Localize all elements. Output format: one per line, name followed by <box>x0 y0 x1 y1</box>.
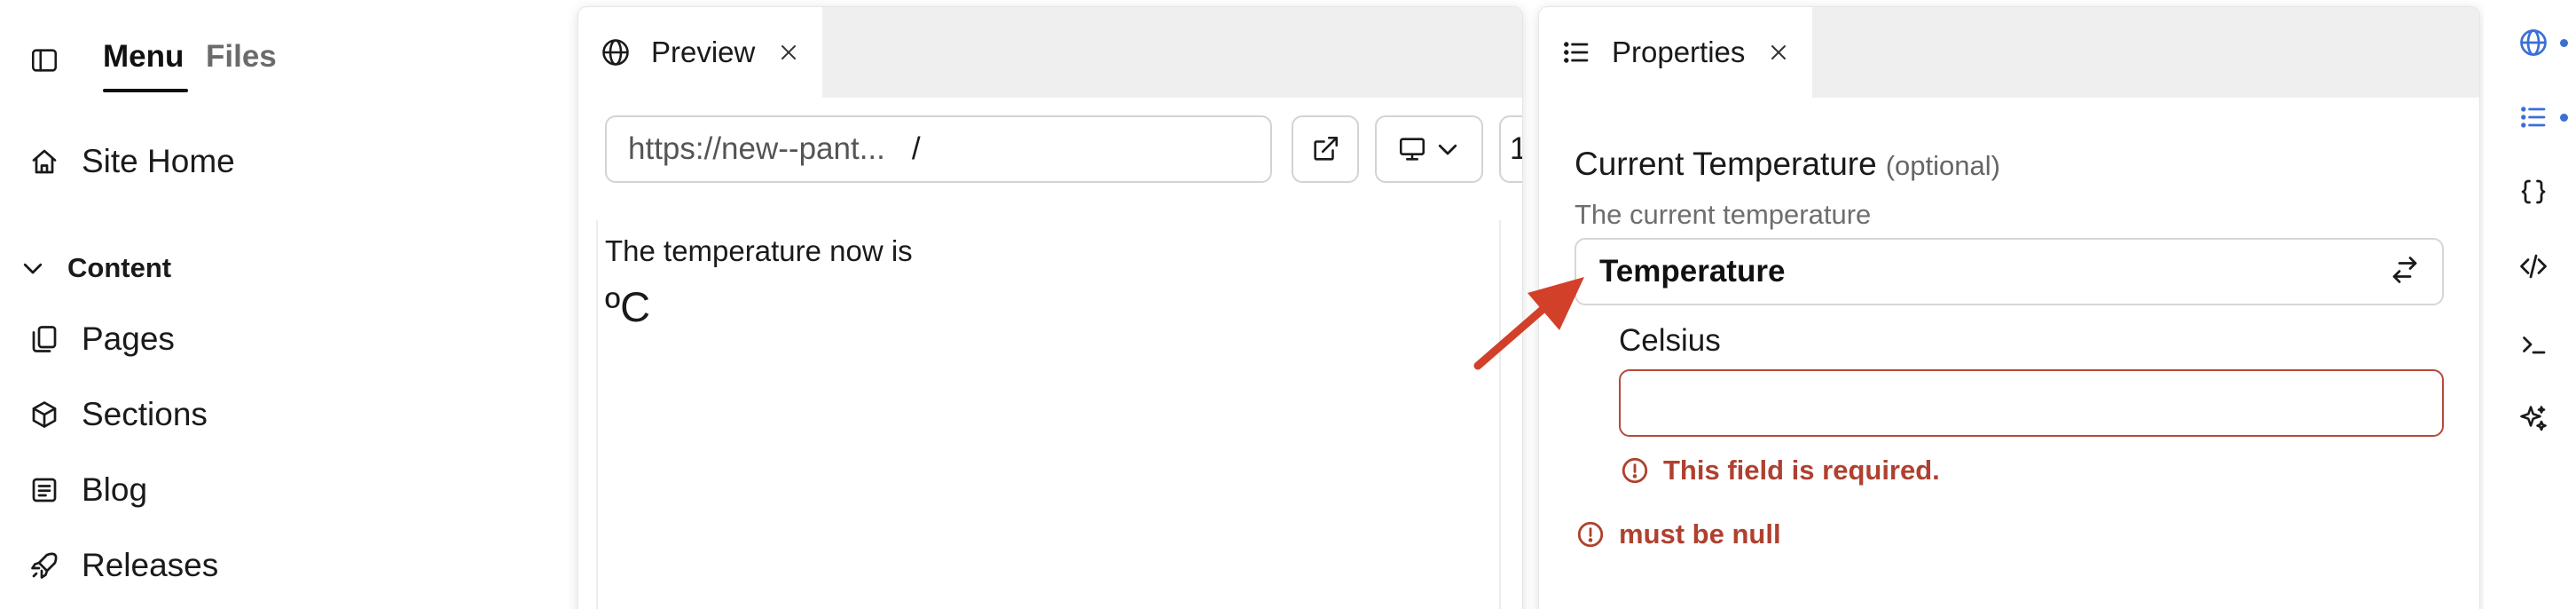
braces-icon <box>2521 179 2546 204</box>
preview-tabstrip: Preview <box>578 7 1522 98</box>
active-tab-indicator <box>103 89 188 92</box>
close-icon[interactable] <box>773 36 805 68</box>
rail-code-button[interactable] <box>2510 243 2556 289</box>
required-error: This field is required. <box>1619 455 1940 486</box>
url-input[interactable]: https://new--pant... / <box>605 115 1272 183</box>
code-icon <box>2520 254 2547 279</box>
sidebar-item-label: Sections <box>82 396 208 432</box>
preview-content-unit: ºC <box>605 283 651 330</box>
section-label: Content <box>67 252 172 283</box>
rail-terminal-button[interactable] <box>2510 321 2556 368</box>
sidebar-item-label: Releases <box>82 547 219 583</box>
properties-tabstrip: Properties <box>1539 7 2479 98</box>
content-section-toggle[interactable]: Content <box>18 247 171 289</box>
list-icon <box>1559 35 1594 70</box>
swap-icon[interactable] <box>2389 254 2421 290</box>
tab-label: Properties <box>1612 36 1746 68</box>
tab-properties[interactable]: Properties <box>1539 7 1813 98</box>
field-title-text: Current Temperature <box>1575 146 1877 182</box>
type-selector[interactable]: Temperature <box>1575 238 2444 305</box>
cube-icon <box>25 395 64 434</box>
monitor-icon <box>1399 138 1425 161</box>
globe-icon <box>598 35 633 70</box>
tab-preview[interactable]: Preview <box>578 7 823 98</box>
rail-active-dot <box>2560 39 2568 47</box>
sidebar-item-pages[interactable]: Pages <box>25 314 175 364</box>
list-icon <box>2521 107 2546 128</box>
properties-panel: Properties Current Temperature (optional)… <box>1539 7 2479 609</box>
sidebar-item-label: Site Home <box>82 143 235 179</box>
chevron-down-icon <box>1438 144 1457 155</box>
zoom-select-button[interactable]: 1 <box>1499 115 1522 183</box>
close-icon[interactable] <box>1763 36 1795 68</box>
rail-list-button[interactable] <box>2510 94 2556 140</box>
rocket-icon <box>25 546 64 585</box>
celsius-label: Celsius <box>1619 323 1721 358</box>
preview-panel: Preview https://new--pant... / 1 The tem… <box>578 7 1522 609</box>
open-external-button[interactable] <box>1292 115 1359 183</box>
sidebar: Menu Files Site Home Content Pages Secti… <box>0 0 568 609</box>
null-error: must be null <box>1575 518 1781 550</box>
sidebar-item-sections[interactable]: Sections <box>25 390 208 439</box>
zoom-value: 1 <box>1510 131 1522 166</box>
rail-globe-button[interactable] <box>2510 20 2556 66</box>
sidebar-toggle-button[interactable] <box>27 43 62 78</box>
tab-menu[interactable]: Menu <box>103 39 184 75</box>
sidebar-panel-icon <box>31 49 58 72</box>
home-icon <box>25 142 64 181</box>
sidebar-item-releases[interactable]: Releases <box>25 541 218 590</box>
celsius-input[interactable] <box>1619 369 2444 437</box>
globe-icon <box>2520 29 2547 56</box>
sidebar-item-site-home[interactable]: Site Home <box>25 137 235 186</box>
rail-active-dot <box>2560 114 2568 122</box>
tab-label: Preview <box>651 36 756 68</box>
field-title: Current Temperature (optional) <box>1575 146 2000 183</box>
pages-icon <box>25 320 64 359</box>
error-text: This field is required. <box>1663 455 1940 486</box>
chevron-down-icon <box>18 253 48 283</box>
external-link-icon <box>1314 136 1339 161</box>
field-description: The current temperature <box>1575 199 1872 230</box>
rail-ai-button[interactable] <box>2510 396 2556 442</box>
url-host: https://new--pant... <box>628 131 885 166</box>
newspaper-icon <box>25 471 64 510</box>
terminal-icon <box>2523 336 2546 354</box>
type-label: Temperature <box>1599 254 1786 289</box>
rail-json-button[interactable] <box>2510 169 2556 215</box>
preview-content-text: The temperature now is <box>605 234 913 267</box>
sidebar-item-label: Blog <box>82 471 148 508</box>
annotation-arrow-icon <box>1473 277 1584 370</box>
device-select-button[interactable] <box>1375 115 1483 183</box>
alert-circle-icon <box>1619 455 1651 486</box>
sidebar-item-label: Pages <box>82 320 175 357</box>
alert-circle-icon <box>1575 518 1606 550</box>
error-text: must be null <box>1619 518 1781 550</box>
url-path: / <box>911 131 921 166</box>
preview-frame <box>596 220 1501 609</box>
optional-label: (optional) <box>1885 150 2000 181</box>
sparkles-icon <box>2520 406 2547 431</box>
tab-files[interactable]: Files <box>206 39 277 75</box>
right-rail <box>2484 0 2576 609</box>
sidebar-item-blog[interactable]: Blog <box>25 465 147 515</box>
